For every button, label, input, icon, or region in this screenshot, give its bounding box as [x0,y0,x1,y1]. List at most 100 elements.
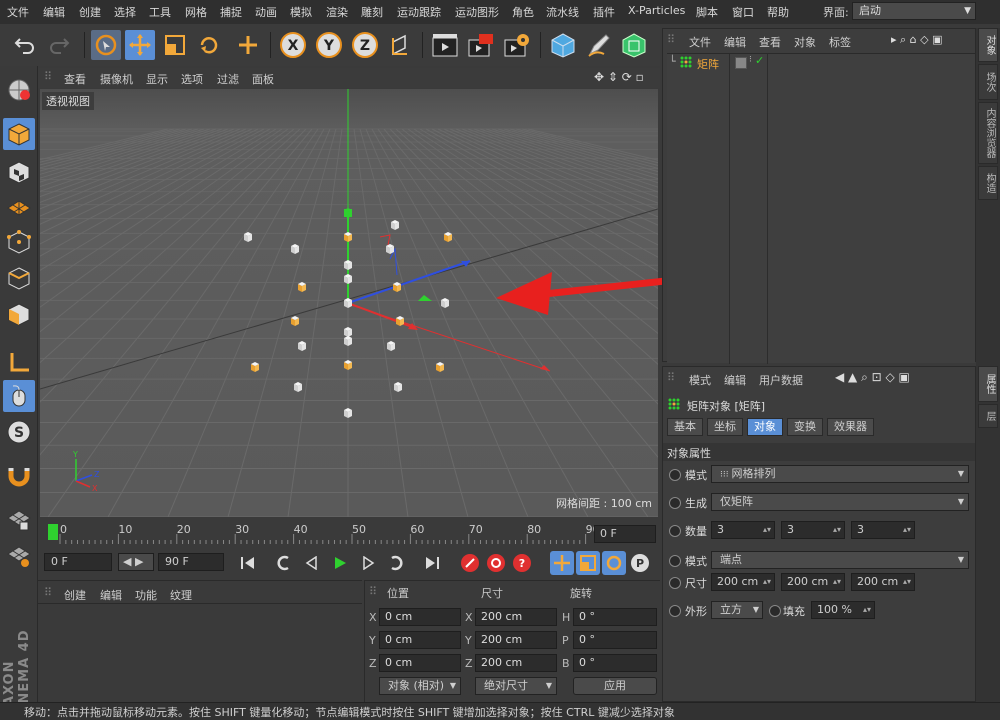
prev-frame-icon[interactable] [300,551,324,575]
side-tab-objects[interactable]: 对象 [978,28,998,62]
texture-mode-icon[interactable] [3,156,35,188]
generate-animate-radio[interactable] [669,497,681,509]
end-frame-field[interactable]: 90 F [158,553,224,571]
tab-effectors[interactable]: 效果器 [827,418,874,436]
menu-render[interactable]: 渲染 [326,4,348,20]
side-tab-content-browser[interactable]: 内容浏览器 [978,102,998,164]
menu-pipeline[interactable]: 流水线 [546,4,579,20]
material-menu-create[interactable]: 创建 [64,587,86,603]
menu-simulate[interactable]: 模拟 [290,4,312,20]
tweak-mode-icon[interactable] [3,380,35,412]
spinner-icon[interactable]: ▴▾ [763,522,771,538]
spinner-icon[interactable]: ▴▾ [833,574,841,590]
record-keys-icon[interactable] [458,551,482,575]
object-row[interactable]: └ 矩阵 ⁝ ✓ [667,54,975,364]
prev-key-icon[interactable] [272,551,296,575]
size-y-field[interactable]: 200 cm [475,631,557,649]
perspective-viewport[interactable]: Y Z X 透视视图 网格间距 : 100 cm [40,89,658,517]
side-tab-layers[interactable]: 层 [978,404,998,428]
mode2-animate-radio[interactable] [669,555,681,567]
key-rotation-icon[interactable] [602,551,626,575]
menu-tools[interactable]: 工具 [149,4,171,20]
keyframe-help-icon[interactable]: ? [510,551,534,575]
viewport-menu-filter[interactable]: 过滤 [217,71,239,87]
count-y-field[interactable]: 3 ▴▾ [781,521,845,539]
magnet-icon[interactable] [3,460,35,492]
attribute-menu-userdata[interactable]: 用户数据 [759,372,803,388]
material-menu-function[interactable]: 功能 [135,587,157,603]
rotate-icon[interactable] [194,30,224,60]
mode-dropdown[interactable]: ⁝⁝⁝ 网格排列 ▼ [711,465,969,483]
z-axis-icon[interactable]: Z [350,30,380,60]
goto-start-icon[interactable] [236,551,260,575]
spinner-icon[interactable]: ▴▾ [903,574,911,590]
apply-button[interactable]: 应用 [573,677,657,695]
object-name[interactable]: 矩阵 [697,56,719,72]
object-menu-tags[interactable]: 标签 [829,34,851,50]
menu-animate[interactable]: 动画 [255,4,277,20]
layout-select[interactable]: 启动 ▼ [852,2,976,20]
attribute-menu-mode[interactable]: 模式 [689,372,711,388]
size-mode-dropdown[interactable]: 绝对尺寸 ▼ [475,677,557,695]
viewport-menu-camera[interactable]: 摄像机 [100,71,133,87]
menu-mesh[interactable]: 网格 [185,4,207,20]
attribute-menu-edit[interactable]: 编辑 [724,372,746,388]
menu-create[interactable]: 创建 [79,4,101,20]
snap-icon[interactable]: S [3,416,35,448]
size-animate-radio[interactable] [669,577,681,589]
rotation-h-field[interactable]: 0 ° [573,608,657,626]
enabled-check-icon[interactable]: ✓ [755,54,764,67]
mode2-dropdown[interactable]: 端点 ▼ [711,551,969,569]
current-frame-field[interactable]: 0 F [594,525,656,543]
menu-motion-tracking[interactable]: 运动跟踪 [397,4,441,20]
menu-character[interactable]: 角色 [512,4,534,20]
count-animate-radio[interactable] [669,525,681,537]
workplane-lock-icon[interactable] [3,504,35,536]
fill-field[interactable]: 100 % ▴▾ [811,601,875,619]
object-menu-objects[interactable]: 对象 [794,34,816,50]
size-x-field[interactable]: 200 cm [475,608,557,626]
cube-icon[interactable] [548,30,578,60]
key-position-icon[interactable] [550,551,574,575]
position-z-field[interactable]: 0 cm [379,654,461,672]
spinner-icon[interactable]: ▴▾ [833,522,841,538]
move-icon[interactable] [125,30,155,60]
menu-x-particles[interactable]: X-Particles [628,4,685,17]
polygons-mode-icon[interactable] [3,298,35,330]
edges-mode-icon[interactable] [3,262,35,294]
subdivision-icon[interactable] [619,30,649,60]
shape-animate-radio[interactable] [669,605,681,617]
coordinate-system-icon[interactable] [386,30,416,60]
range-slider[interactable]: ◀ ▶ [118,553,154,571]
size-z-attr-field[interactable]: 200 cm ▴▾ [851,573,915,591]
object-menu-file[interactable]: 文件 [689,34,711,50]
tab-basic[interactable]: 基本 [667,418,703,436]
viewport-menu-panel[interactable]: 面板 [252,71,274,87]
key-parameter-icon[interactable]: P [628,551,652,575]
live-select-icon[interactable] [91,30,121,60]
workplane-icon[interactable] [3,192,35,224]
position-x-field[interactable]: 0 cm [379,608,461,626]
undo-icon[interactable] [10,30,40,60]
autokey-icon[interactable] [484,551,508,575]
spinner-icon[interactable]: ▴▾ [863,602,871,618]
material-menu-edit[interactable]: 编辑 [100,587,122,603]
menu-file[interactable]: 文件 [7,4,29,20]
layer-swatch-icon[interactable] [735,57,747,69]
visibility-dots-icon[interactable]: ⁝ [749,55,752,65]
spinner-icon[interactable]: ▴▾ [903,522,911,538]
fill-animate-radio[interactable] [769,605,781,617]
menu-edit[interactable]: 编辑 [43,4,65,20]
next-frame-icon[interactable] [356,551,380,575]
side-tab-takes[interactable]: 场次 [978,64,998,100]
timeline-ruler[interactable]: 0 10 20 30 40 50 60 70 80 90 [38,520,658,546]
tab-transform[interactable]: 变换 [787,418,823,436]
menu-plugins[interactable]: 插件 [593,4,615,20]
object-list[interactable]: └ 矩阵 ⁝ ✓ [667,53,975,364]
size-y-attr-field[interactable]: 200 cm ▴▾ [781,573,845,591]
tab-object[interactable]: 对象 [747,418,783,436]
menu-window[interactable]: 窗口 [732,4,754,20]
count-z-field[interactable]: 3 ▴▾ [851,521,915,539]
size-z-field[interactable]: 200 cm [475,654,557,672]
material-list[interactable] [38,603,362,704]
